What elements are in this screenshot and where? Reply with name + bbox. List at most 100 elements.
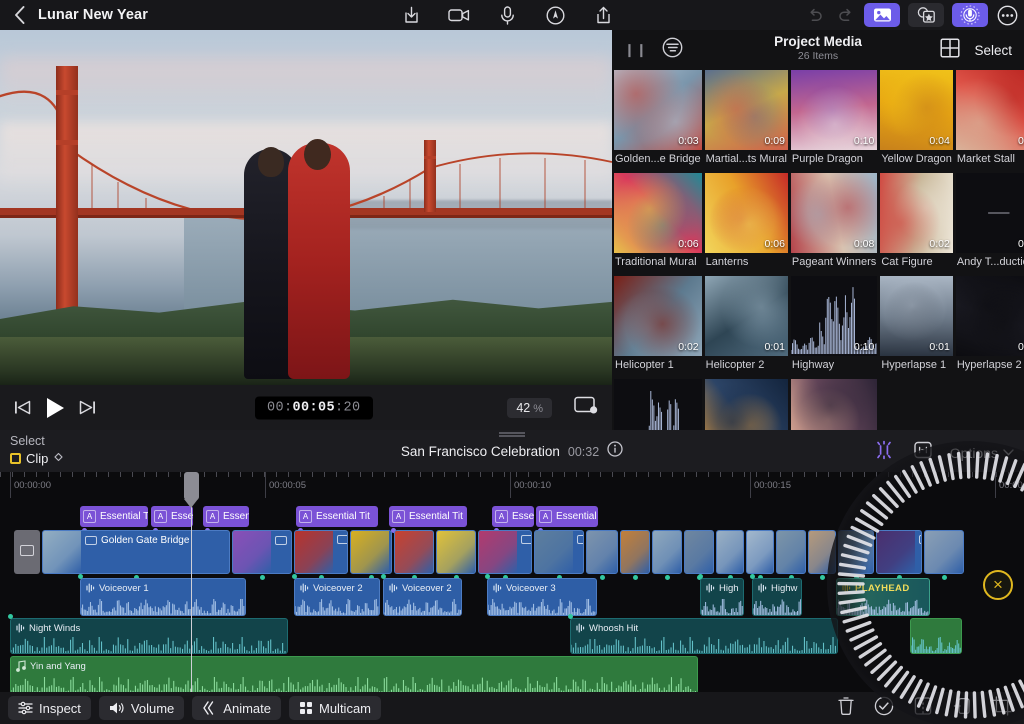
- media-item[interactable]: 0:01Hyperlapse 2: [956, 276, 1024, 376]
- video-clip[interactable]: [838, 530, 874, 574]
- magic-wand-icon[interactable]: [872, 438, 896, 467]
- snapshot-icon[interactable]: [912, 439, 934, 466]
- audio-clip[interactable]: [910, 618, 962, 654]
- audio-clip[interactable]: High: [700, 578, 744, 616]
- undo-icon[interactable]: [804, 4, 826, 26]
- media-item[interactable]: 0:09Martial...ts Mural: [705, 70, 788, 170]
- crop-icon[interactable]: [992, 696, 1012, 721]
- audio-clip[interactable]: Voiceover 1: [80, 578, 246, 616]
- video-clip[interactable]: [394, 530, 434, 574]
- video-clip[interactable]: [684, 530, 714, 574]
- export-icon[interactable]: [592, 4, 614, 26]
- video-clip[interactable]: [534, 530, 584, 574]
- camera-icon[interactable]: [448, 4, 470, 26]
- video-clip[interactable]: [436, 530, 476, 574]
- video-clip[interactable]: [808, 530, 836, 574]
- media-item[interactable]: 0:02Market Stall: [956, 70, 1024, 170]
- redo-icon[interactable]: [834, 4, 856, 26]
- title-clip[interactable]: AEssential Tit: [296, 506, 378, 527]
- detach-icon[interactable]: [952, 696, 972, 721]
- play-button[interactable]: [45, 397, 65, 419]
- media-item[interactable]: 0:08Pageant Winners: [791, 173, 877, 273]
- playhead-handle[interactable]: [184, 472, 199, 500]
- multicam-button[interactable]: Multicam: [289, 696, 381, 720]
- title-clip[interactable]: AEssential Tit: [203, 506, 249, 527]
- audio-clip[interactable]: Yin and Yang: [10, 656, 698, 692]
- media-item[interactable]: 0:02Cat Figure: [880, 173, 953, 273]
- audio-clip[interactable]: Voiceover 3: [487, 578, 597, 616]
- title-clip[interactable]: AEssential Tit: [389, 506, 467, 527]
- options-button[interactable]: Options: [950, 445, 1014, 461]
- more-options-icon[interactable]: [996, 4, 1018, 26]
- viewer-options-icon[interactable]: [574, 395, 598, 420]
- panel-drag-handle[interactable]: [499, 432, 525, 436]
- video-preview[interactable]: [0, 30, 612, 385]
- grid-view-icon[interactable]: [940, 38, 960, 63]
- media-item[interactable]: 0:02Helicopter 1: [614, 276, 702, 376]
- video-clip[interactable]: [776, 530, 806, 574]
- microphone-icon[interactable]: [496, 4, 518, 26]
- audio-clip[interactable]: Highw: [752, 578, 802, 616]
- media-item[interactable]: 0:06Traditional Mural: [614, 173, 702, 273]
- timeline[interactable]: 00:00:0000:00:0500:00:1000:00:1500:00:20…: [0, 472, 1024, 692]
- filter-icon[interactable]: [662, 37, 683, 63]
- video-clip[interactable]: [876, 530, 922, 574]
- jog-close-button[interactable]: ×: [983, 570, 1013, 600]
- media-item[interactable]: [791, 379, 877, 430]
- ruler-tick: [60, 472, 61, 477]
- video-clip[interactable]: [350, 530, 392, 574]
- media-item[interactable]: [705, 379, 788, 430]
- pen-icon[interactable]: [544, 4, 566, 26]
- audio-clip[interactable]: Voiceover 2: [294, 578, 380, 616]
- audio-clip[interactable]: Voiceover 2: [383, 578, 462, 616]
- volume-button[interactable]: Volume: [99, 696, 184, 720]
- video-track-handle[interactable]: [14, 530, 40, 574]
- video-clip[interactable]: Golden Gate Bridge: [42, 530, 230, 574]
- title-clip[interactable]: AEssential Tit: [151, 506, 193, 527]
- media-item[interactable]: 0:10Highway: [791, 276, 877, 376]
- video-clip[interactable]: [586, 530, 618, 574]
- import-icon[interactable]: [400, 4, 422, 26]
- video-clip[interactable]: [294, 530, 348, 574]
- media-item[interactable]: 0:04Yellow Dragon: [880, 70, 953, 170]
- timecode-display[interactable]: 00:00:05:20: [255, 396, 373, 419]
- split-icon[interactable]: [914, 696, 932, 721]
- timeline-ruler[interactable]: 00:00:0000:00:0500:00:1000:00:1500:00:20…: [0, 472, 1024, 498]
- video-clip[interactable]: [620, 530, 650, 574]
- media-item[interactable]: 0:01Helicopter 2: [705, 276, 788, 376]
- title-clip[interactable]: AEssential Tit: [80, 506, 148, 527]
- title-clip[interactable]: AEssential Tit: [536, 506, 598, 527]
- media-item[interactable]: 0:01Hyperlapse 1: [880, 276, 953, 376]
- info-icon[interactable]: [607, 441, 623, 462]
- check-circle-icon[interactable]: [874, 696, 894, 721]
- media-item[interactable]: [614, 379, 702, 430]
- audio-clip[interactable]: PLAYHEAD: [836, 578, 930, 616]
- back-button[interactable]: [0, 0, 38, 30]
- video-clip[interactable]: [478, 530, 532, 574]
- close-icon: ×: [993, 575, 1003, 595]
- media-thumbnail: 0:02: [956, 70, 1024, 150]
- trash-icon[interactable]: [838, 696, 854, 720]
- video-clip[interactable]: [716, 530, 744, 574]
- audio-icon[interactable]: [952, 3, 988, 27]
- media-item[interactable]: 0:02Andy T...ductions: [956, 173, 1024, 273]
- video-clip[interactable]: [924, 530, 964, 574]
- media-item[interactable]: 0:10Purple Dragon: [791, 70, 877, 170]
- zoom-level-chip[interactable]: 42%: [507, 398, 552, 418]
- audio-clip[interactable]: Whoosh Hit: [570, 618, 838, 654]
- pause-icon[interactable]: ❙❙: [624, 42, 648, 58]
- inspect-button[interactable]: Inspect: [8, 696, 91, 720]
- media-library-icon[interactable]: [864, 3, 900, 27]
- skip-forward-icon[interactable]: [79, 400, 96, 415]
- video-clip[interactable]: [652, 530, 682, 574]
- media-item[interactable]: 0:03Golden...e Bridge: [614, 70, 702, 170]
- effects-icon[interactable]: [908, 3, 944, 27]
- media-item[interactable]: 0:06Lanterns: [705, 173, 788, 273]
- title-clip[interactable]: AEssential Tit: [492, 506, 534, 527]
- skip-back-icon[interactable]: [14, 400, 31, 415]
- audio-clip[interactable]: Night Winds: [10, 618, 288, 654]
- animate-button[interactable]: Animate: [192, 696, 281, 720]
- video-clip[interactable]: Pur: [232, 530, 292, 574]
- video-clip[interactable]: [746, 530, 774, 574]
- media-select-button[interactable]: Select: [974, 43, 1012, 58]
